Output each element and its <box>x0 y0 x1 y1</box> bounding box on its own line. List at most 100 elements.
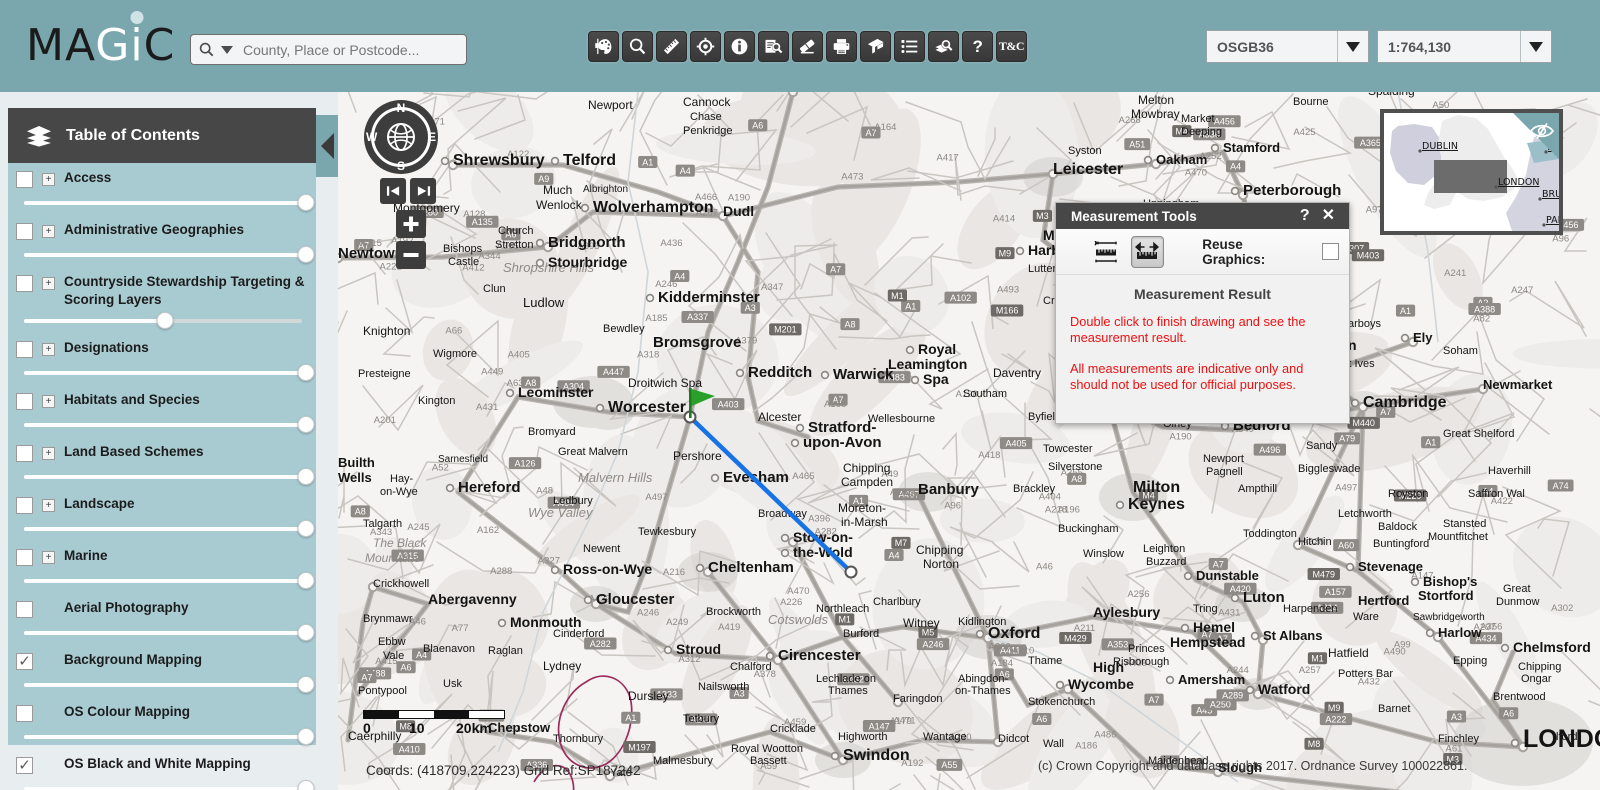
search-input[interactable] <box>243 41 458 58</box>
layer-expand-button[interactable]: + <box>42 498 55 512</box>
map-place-label: Charlbury <box>873 596 921 608</box>
print-button[interactable] <box>826 31 857 62</box>
layer-item: + Marine <box>8 547 316 590</box>
next-extent-button[interactable] <box>410 178 436 204</box>
layer-opacity-knob[interactable] <box>297 194 315 211</box>
erase-graphics-button[interactable] <box>792 31 823 62</box>
layer-opacity-slider[interactable] <box>16 194 315 212</box>
svg-text:A164: A164 <box>874 122 896 133</box>
layer-visibility-checkbox[interactable] <box>16 756 33 774</box>
measure-area-button[interactable] <box>1089 236 1123 268</box>
zoom-search-button[interactable] <box>622 31 653 62</box>
map-place-label: Bromyard <box>528 426 576 438</box>
map-place-label: Telford <box>563 152 616 169</box>
layer-opacity-slider[interactable] <box>16 623 315 642</box>
map-scale-dropdown[interactable]: 1:764,130 <box>1377 30 1552 63</box>
layer-opacity-knob[interactable] <box>297 623 315 641</box>
search-bar[interactable] <box>190 34 467 65</box>
layer-opacity-slider[interactable] <box>16 363 315 382</box>
identify-info-button[interactable] <box>724 31 755 62</box>
layer-visibility-checkbox[interactable] <box>16 392 33 410</box>
layer-expand-button[interactable]: + <box>42 277 55 290</box>
layer-opacity-knob[interactable] <box>297 675 315 693</box>
layer-item: + Countryside Stewardship Targeting & Sco… <box>8 273 316 330</box>
layer-opacity-knob[interactable] <box>297 727 315 745</box>
reuse-graphics-checkbox[interactable] <box>1322 243 1339 260</box>
layer-visibility-checkbox[interactable] <box>16 600 33 618</box>
layer-expand-button[interactable]: + <box>42 342 55 356</box>
hide-overview-button[interactable] <box>1513 113 1559 159</box>
layer-expand-button[interactable]: + <box>42 550 55 564</box>
layer-opacity-slider[interactable] <box>16 467 315 486</box>
layer-visibility-checkbox[interactable] <box>16 652 33 670</box>
measurement-dialog-titlebar[interactable]: Measurement Tools ? ✕ <box>1056 203 1349 229</box>
locate-button[interactable] <box>690 31 721 62</box>
map-viewport[interactable]: A447A8A45M1A478A420A6A365A488A126M9A432A… <box>338 92 1600 790</box>
map-place-label: Didcot <box>998 733 1029 745</box>
measurement-dialog-help-button[interactable]: ? <box>1294 208 1316 224</box>
layer-expand-button[interactable]: + <box>42 173 55 186</box>
layer-visibility-checkbox[interactable] <box>16 496 33 514</box>
layer-visibility-checkbox[interactable] <box>16 171 33 188</box>
layer-opacity-slider[interactable] <box>16 246 315 264</box>
svg-text:A414: A414 <box>993 213 1015 224</box>
layer-visibility-checkbox[interactable] <box>16 444 33 462</box>
layer-expand-button[interactable]: + <box>42 394 55 408</box>
layer-opacity-slider[interactable] <box>16 571 315 590</box>
layer-visibility-checkbox[interactable] <box>16 223 33 240</box>
logo-g: G <box>95 20 131 71</box>
svg-text:A497: A497 <box>1335 482 1357 493</box>
sidebar-collapse-button[interactable] <box>316 115 338 177</box>
map-place-label: Kington <box>418 395 455 407</box>
layer-opacity-knob[interactable] <box>297 571 315 589</box>
measure-distance-button[interactable] <box>1130 235 1165 268</box>
map-place-label: Clun <box>483 283 506 295</box>
measurement-dialog-close-button[interactable]: ✕ <box>1316 208 1341 224</box>
previous-extent-button[interactable] <box>380 178 406 204</box>
overview-map[interactable]: DUBLIN AMSTERDAM LONDON BRUSSELS PARIS <box>1380 109 1563 235</box>
zoom-in-button[interactable] <box>396 210 426 238</box>
measurement-tools-button[interactable] <box>656 31 687 62</box>
layer-opacity-knob[interactable] <box>297 779 315 790</box>
layer-visibility-checkbox[interactable] <box>16 548 33 566</box>
coordinate-system-chevron-down-icon[interactable] <box>1337 31 1368 62</box>
layer-visibility-checkbox[interactable] <box>16 275 33 292</box>
map-scale-chevron-down-icon[interactable] <box>1520 31 1551 62</box>
layer-visibility-checkbox[interactable] <box>16 340 33 358</box>
layer-label: Land Based Schemes <box>64 443 204 459</box>
layer-search-button[interactable] <box>928 31 959 62</box>
map-place-label: Stamford <box>1223 140 1280 155</box>
layer-expand-button[interactable]: + <box>42 225 55 238</box>
map-place-label: Chipping <box>916 543 963 557</box>
layer-opacity-slider[interactable] <box>16 519 315 538</box>
svg-text:A405: A405 <box>508 349 530 360</box>
layer-opacity-knob[interactable] <box>297 246 315 263</box>
layer-opacity-slider[interactable] <box>16 311 306 330</box>
layer-opacity-knob[interactable] <box>297 519 315 537</box>
layer-opacity-slider[interactable] <box>16 727 315 746</box>
map-place-label: Gloucester <box>596 591 675 608</box>
layer-opacity-slider[interactable] <box>16 675 315 694</box>
svg-text:A493: A493 <box>997 284 1019 295</box>
layer-opacity-knob[interactable] <box>297 415 315 433</box>
query-search-button[interactable] <box>758 31 789 62</box>
layer-opacity-knob[interactable] <box>156 311 174 329</box>
layer-expand-button[interactable]: + <box>42 446 55 460</box>
layer-opacity-slider[interactable] <box>16 779 315 790</box>
map-place-label: Bishop's <box>1423 574 1477 589</box>
zoom-out-button[interactable] <box>396 241 426 269</box>
layer-opacity-knob[interactable] <box>297 363 315 381</box>
legend-button[interactable] <box>894 31 925 62</box>
map-style-palette-button[interactable] <box>588 31 619 62</box>
terms-conditions-button[interactable]: T&C <box>996 31 1027 62</box>
layer-opacity-knob[interactable] <box>297 467 315 485</box>
help-button[interactable]: ? <box>962 31 993 62</box>
measurement-tools-dialog[interactable]: Measurement Tools ? ✕ Reuse Graphics: Me… <box>1055 202 1350 424</box>
search-type-chevron-down-icon[interactable] <box>221 45 233 54</box>
layer-visibility-checkbox[interactable] <box>16 704 33 722</box>
draw-annotate-button[interactable] <box>860 31 891 62</box>
compass-rose[interactable]: N S W E <box>364 100 438 174</box>
svg-text:A8: A8 <box>844 319 855 329</box>
coordinate-system-dropdown[interactable]: OSGB36 <box>1206 30 1369 63</box>
layer-opacity-slider[interactable] <box>16 415 315 434</box>
